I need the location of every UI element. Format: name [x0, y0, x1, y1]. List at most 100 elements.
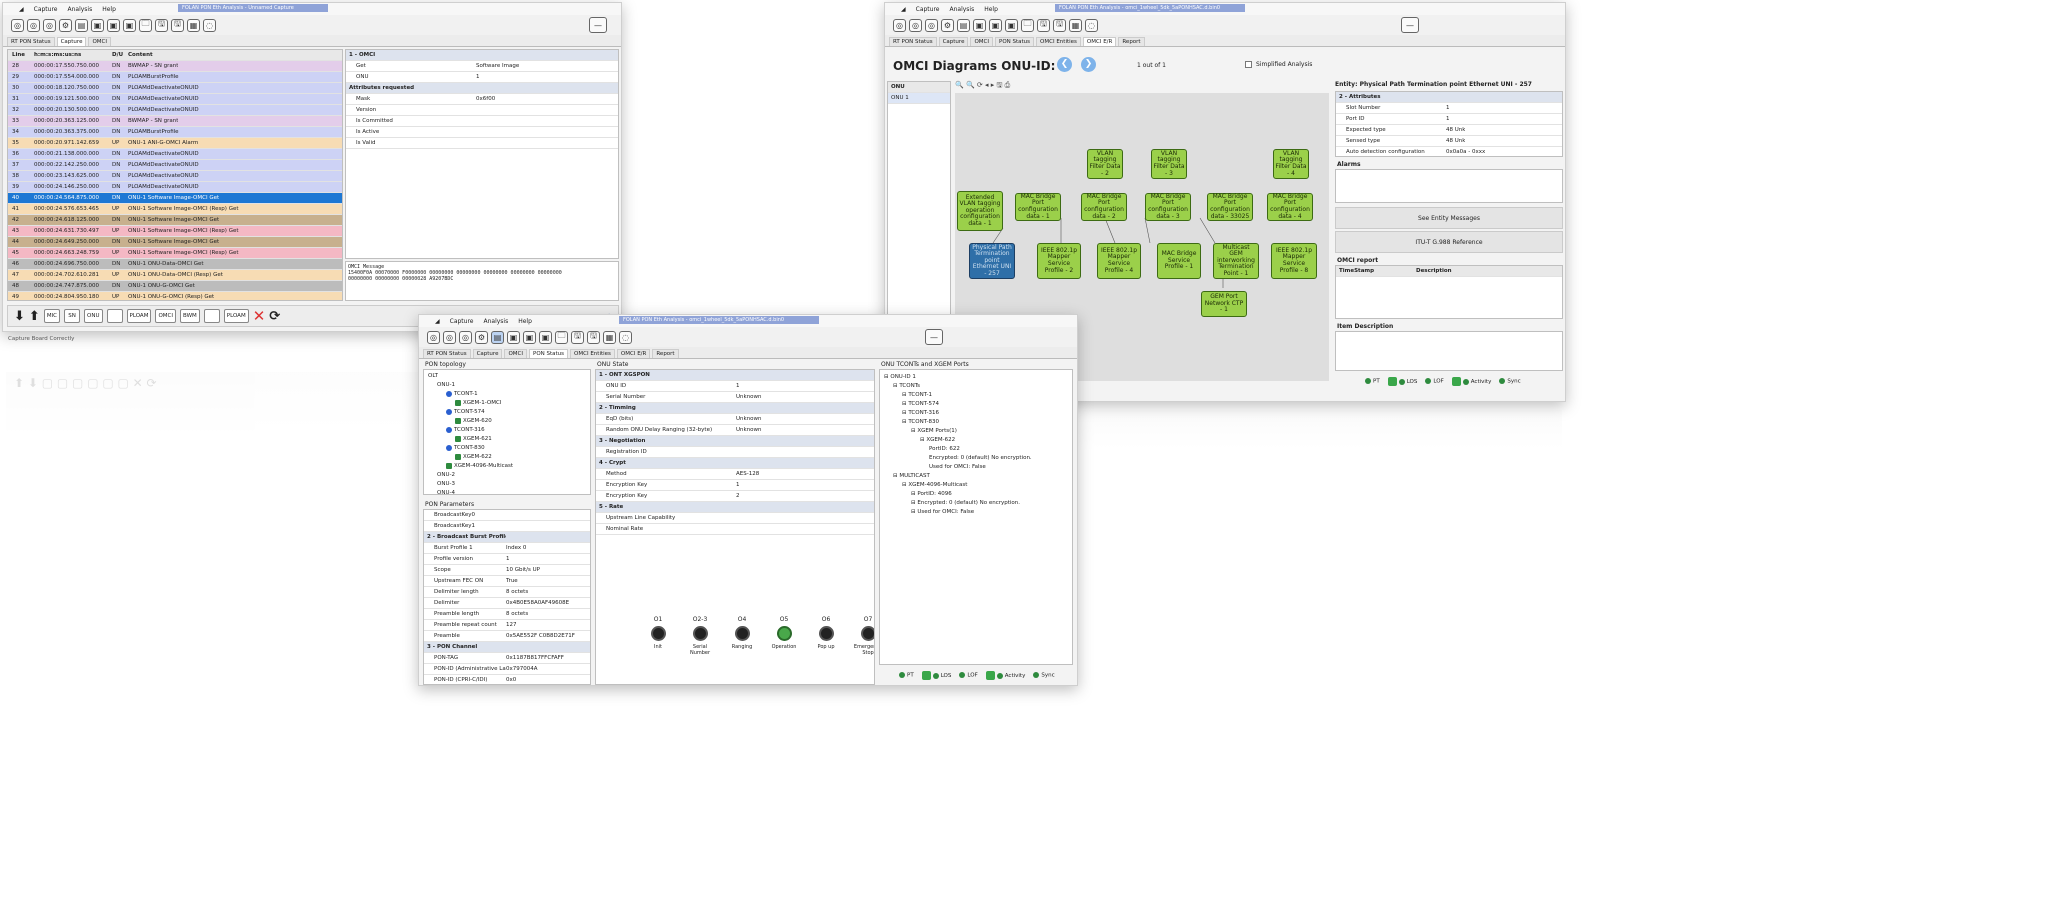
menu-item[interactable]: Analysis: [949, 6, 974, 13]
tab[interactable]: RT PON Status: [423, 349, 471, 358]
folder-icon[interactable]: 🗀: [139, 18, 152, 32]
property-row[interactable]: Expected type 48 Unk: [1336, 125, 1562, 136]
section-row[interactable]: 2 - Timming: [596, 403, 874, 414]
tree-node[interactable]: OLT: [428, 372, 586, 381]
filter-button[interactable]: PLOAM: [126, 309, 152, 323]
property-row[interactable]: ONU 1: [346, 72, 618, 83]
property-row[interactable]: Get Software Image: [346, 61, 618, 72]
gear-icon[interactable]: ⚙: [59, 18, 72, 32]
tree-node[interactable]: ⊟ TCONT-1: [884, 391, 1068, 400]
section-row[interactable]: 2 - Broadcast Burst Profiles: [424, 532, 590, 543]
menu-item[interactable]: Capture: [450, 318, 474, 325]
property-row[interactable]: Preamble 0x5AE552F C0B8D2E71F: [424, 631, 590, 642]
disk-icon[interactable]: ◎: [893, 18, 906, 32]
filter-button[interactable]: [106, 309, 123, 323]
tab[interactable]: RT PON Status: [889, 37, 937, 46]
tree-node[interactable]: ⊟ Encrypted: 0 (default) No encryption.: [884, 499, 1068, 508]
table-row[interactable]: 40 000:00:24.564.875.000 DN ONU-1 Software …: [8, 193, 342, 204]
section-row[interactable]: 5 - Rate: [596, 502, 874, 513]
tree-node[interactable]: ⊟ TCONT-574: [884, 400, 1068, 409]
property-row[interactable]: Preamble length 8 octets: [424, 609, 590, 620]
tree-node[interactable]: ⊟ TCONTs: [884, 382, 1068, 391]
tab[interactable]: OMCI Entities: [570, 349, 615, 358]
property-row[interactable]: Is Valid: [346, 138, 618, 149]
menu-item[interactable]: Help: [518, 318, 532, 325]
tab[interactable]: RT PON Status: [7, 37, 55, 46]
grid-icon[interactable]: ▦: [1069, 18, 1082, 32]
table-row[interactable]: 49 000:00:24.804.950.180 UP ONU-1 ONU-G-OMC…: [8, 292, 342, 300]
property-row[interactable]: Port ID 1: [1336, 114, 1562, 125]
diagram-node[interactable]: IEEE 802.1p Mapper Service Profile - 2: [1037, 243, 1081, 279]
tree-node[interactable]: ⊟ XGEM Ports(1): [884, 427, 1068, 436]
property-row[interactable]: Slot Number 1: [1336, 103, 1562, 114]
tab[interactable]: Capture: [472, 349, 503, 358]
grid-icon[interactable]: ▦: [603, 330, 616, 344]
property-row[interactable]: Is Active: [346, 127, 618, 138]
table-row[interactable]: 37 000:00:22.142.250.000 DN PLOAMdDeactivat…: [8, 160, 342, 171]
filter-button[interactable]: ONU: [84, 309, 103, 323]
tree-node[interactable]: XGEM-621: [428, 435, 586, 444]
table-row[interactable]: 33 000:00:20.363.125.000 DN BWMAP - SN gran…: [8, 116, 342, 127]
save-as-icon[interactable]: 🖫: [587, 330, 600, 344]
property-row[interactable]: Burst Profile 1 Index 0: [424, 543, 590, 554]
property-row[interactable]: Encryption Key 2: [596, 491, 874, 502]
property-row[interactable]: Random ONU Delay Ranging (32-byte) Unknow…: [596, 425, 874, 436]
table-row[interactable]: 45 000:00:24.663.248.759 UP ONU-1 Software …: [8, 248, 342, 259]
filter-button[interactable]: SN: [64, 309, 81, 323]
property-row[interactable]: BroadcastKey0: [424, 510, 590, 521]
property-row[interactable]: PON-ID (CPRI-C/IDI) 0x0: [424, 675, 590, 684]
property-row[interactable]: Auto detection configuration 0x0a0a - 0xx…: [1336, 147, 1562, 156]
tree-node[interactable]: ⊟ ONU-ID 1: [884, 373, 1068, 382]
tree-node[interactable]: ⊟ TCONT-316: [884, 409, 1068, 418]
tab[interactable]: Report: [652, 349, 679, 358]
property-row[interactable]: Registration ID: [596, 447, 874, 458]
minimize-icon[interactable]: —: [1401, 17, 1419, 33]
tree-node[interactable]: XGEM-620: [428, 417, 586, 426]
tree-node[interactable]: TCONT-830: [428, 444, 586, 453]
diagram-node[interactable]: MAC Bridge Port configuration data - 3: [1145, 193, 1191, 221]
diagram-node[interactable]: MAC Bridge Service Profile - 1: [1157, 243, 1201, 279]
save-icon[interactable]: 🖫: [155, 18, 168, 32]
board-icon[interactable]: ▣: [507, 330, 520, 344]
menu-item[interactable]: Capture: [916, 6, 940, 13]
disk-icon[interactable]: ◎: [427, 330, 440, 344]
tree-node[interactable]: Encrypted: 0 (default) No encryption.: [884, 454, 1068, 463]
section-row[interactable]: 3 - PON Channel: [424, 642, 590, 653]
table-row[interactable]: 31 000:00:19.121.500.000 DN PLOAMdDeactivat…: [8, 94, 342, 105]
tab[interactable]: Report: [1118, 37, 1145, 46]
analysis-icon[interactable]: ▤: [491, 330, 504, 344]
arrow-up-icon[interactable]: ⬆: [29, 309, 40, 324]
tab[interactable]: OMCI: [504, 349, 527, 358]
save-icon[interactable]: 🖫: [1037, 18, 1050, 32]
analysis-icon[interactable]: ▤: [957, 18, 970, 32]
property-row[interactable]: Mask 0x6f00: [346, 94, 618, 105]
menu-item[interactable]: Help: [984, 6, 998, 13]
section-row[interactable]: Attributes requested: [346, 83, 618, 94]
diagram-node[interactable]: Extended VLAN tagging operation configur…: [957, 191, 1003, 231]
disk2-icon[interactable]: ◎: [27, 18, 40, 32]
property-row[interactable]: Preamble repeat count 127: [424, 620, 590, 631]
tree-node[interactable]: XGEM-1-OMCI: [428, 399, 586, 408]
disk3-icon[interactable]: ◎: [459, 330, 472, 344]
property-row[interactable]: Scope 10 Gbit/s UP: [424, 565, 590, 576]
property-row[interactable]: BroadcastKey1: [424, 521, 590, 532]
property-row[interactable]: Sensed type 48 Unk: [1336, 136, 1562, 147]
table-row[interactable]: 29 000:00:17.554.000.000 DN PLOAMBurstProfi…: [8, 72, 342, 83]
disk3-icon[interactable]: ◎: [43, 18, 56, 32]
diagram-node[interactable]: MAC Bridge Port configuration data - 4: [1267, 193, 1313, 221]
tab[interactable]: OMCI: [970, 37, 993, 46]
table-row[interactable]: 42 000:00:24.618.125.000 DN ONU-1 Software …: [8, 215, 342, 226]
property-row[interactable]: Delimiter length 8 octets: [424, 587, 590, 598]
table-row[interactable]: 39 000:00:24.146.250.000 DN PLOAMdDeactivat…: [8, 182, 342, 193]
diagram-node[interactable]: MAC Bridge Port configuration data - 330…: [1207, 193, 1253, 221]
tree-node[interactable]: ⊟ XGEM-622: [884, 436, 1068, 445]
gear-icon[interactable]: ⚙: [941, 18, 954, 32]
diagram-node[interactable]: IEEE 802.1p Mapper Service Profile - 8: [1271, 243, 1317, 279]
table-row[interactable]: 38 000:00:23.143.625.000 DN PLOAMdDeactivat…: [8, 171, 342, 182]
table-row[interactable]: 44 000:00:24.649.250.000 DN ONU-1 Software …: [8, 237, 342, 248]
menu-item[interactable]: Analysis: [67, 6, 92, 13]
property-row[interactable]: Nominal Rate: [596, 524, 874, 535]
section-row[interactable]: 1 - ONT XGSPON: [596, 370, 874, 381]
table-row[interactable]: 36 000:00:21.138.000.000 DN PLOAMdDeactivat…: [8, 149, 342, 160]
property-row[interactable]: ONU ID 1: [596, 381, 874, 392]
